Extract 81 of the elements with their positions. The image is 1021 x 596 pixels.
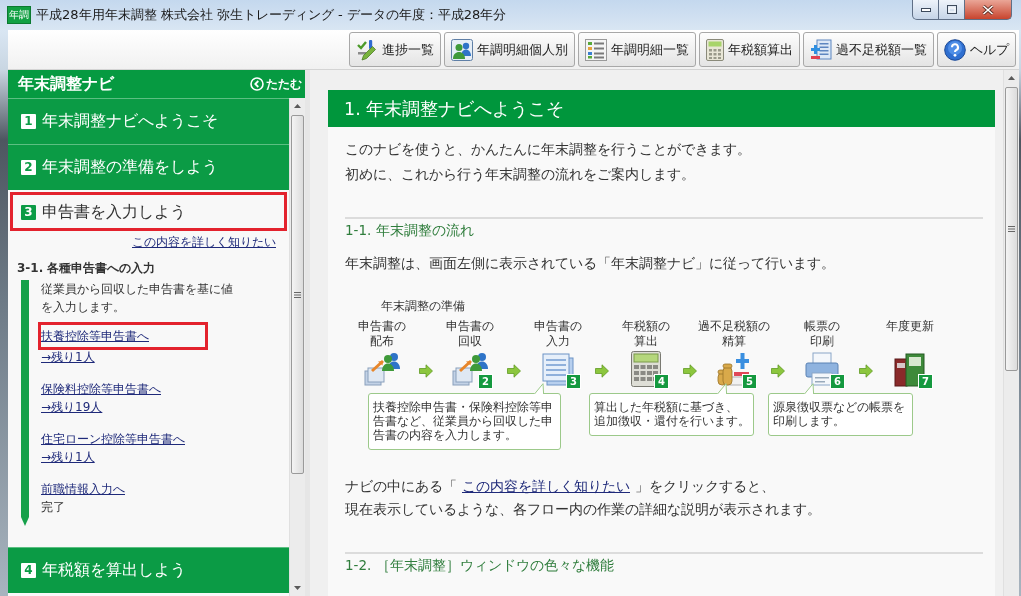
check-pencil-icon bbox=[356, 38, 378, 61]
toolbar-button[interactable]: 過不足税額一覧 bbox=[803, 32, 934, 67]
caret-up-icon bbox=[294, 104, 301, 108]
arrow-right-icon bbox=[683, 364, 697, 378]
step-number: 2 bbox=[478, 374, 493, 389]
description-text: 従業員から回収した申告書を基に値 を入力します。 bbox=[41, 281, 234, 316]
scroll-thumb[interactable] bbox=[291, 115, 304, 474]
document-icon bbox=[540, 351, 576, 387]
minimize-icon bbox=[920, 7, 931, 12]
chevron-left-icon bbox=[250, 77, 264, 91]
step-label: 申告書の 回収 bbox=[446, 319, 494, 349]
maximize-button[interactable] bbox=[939, 0, 965, 20]
step-number: 3 bbox=[21, 204, 36, 220]
caret-up-icon bbox=[1008, 76, 1015, 80]
app-logo: 年調 bbox=[7, 6, 31, 24]
note-text: ナビの中にある「 この内容を詳しく知りたい 」をクリックすると、 現在表示しているような、各フロー内の作業の詳細な説明が表示されます。 bbox=[345, 477, 822, 519]
toolbar-button[interactable]: ヘルプ bbox=[937, 32, 1016, 67]
arrow-right-icon bbox=[595, 364, 609, 378]
list-icon bbox=[585, 38, 607, 61]
close-button[interactable] bbox=[965, 0, 1012, 20]
step-number: 6 bbox=[830, 374, 845, 389]
documents-people-icon bbox=[364, 351, 400, 387]
arrow-right-icon bbox=[419, 364, 433, 378]
toolbar-button[interactable]: 進捗一覧 bbox=[349, 32, 441, 67]
step-number: 2 bbox=[21, 160, 36, 175]
navi-step[interactable]: 1 年末調整ナビへようこそ bbox=[8, 98, 289, 144]
printer-icon bbox=[804, 351, 840, 387]
status-text: 完了 bbox=[41, 499, 65, 516]
task-link[interactable]: 保険料控除等申告書へ bbox=[41, 380, 161, 398]
people-icon bbox=[451, 38, 473, 61]
task-link[interactable]: 扶養控除等申告書へ bbox=[38, 322, 208, 350]
step-number: 3 bbox=[566, 374, 581, 389]
step-number: 7 bbox=[918, 374, 933, 389]
caret-down-icon bbox=[294, 586, 301, 590]
maximize-icon bbox=[946, 5, 957, 14]
page-header: 1. 年末調整ナビへようこそ bbox=[328, 90, 995, 127]
scroll-thumb[interactable] bbox=[1005, 87, 1018, 371]
navi-step[interactable]: 2 年末調整の準備をしよう bbox=[8, 144, 289, 190]
navi-title: 年末調整ナビ bbox=[18, 73, 114, 95]
intro-text: このナビを使うと、かんたんに年末調整を行うことができます。 bbox=[345, 140, 752, 159]
arrow-right-icon bbox=[507, 364, 521, 378]
help-icon bbox=[944, 38, 966, 61]
section-title: 3-1. 各種申告書への入力 bbox=[16, 260, 157, 276]
binders-icon bbox=[892, 351, 928, 387]
step-number: 1 bbox=[21, 114, 36, 129]
document-plus-minus-icon bbox=[810, 38, 832, 61]
toolbar-button[interactable]: 年調明細個人別 bbox=[444, 32, 575, 67]
section-text: 年末調整は、画面左側に表示されている「年末調整ナビ」に従って行います。 bbox=[345, 254, 836, 273]
window-title: 平成28年用年末調整 株式会社 弥生トレーディング - データの年度：平成28年分 bbox=[36, 6, 507, 24]
remaining-count-link[interactable]: →残り1人 bbox=[41, 448, 95, 466]
navi-step[interactable]: 3 申告書を入力しよう bbox=[8, 190, 289, 233]
minimize-button[interactable] bbox=[912, 0, 939, 20]
step-number: 5 bbox=[742, 374, 757, 389]
detail-link[interactable]: この内容を詳しく知りたい bbox=[462, 478, 630, 494]
step-label: 年度更新 bbox=[886, 319, 934, 335]
step-label: 申告書の 配布 bbox=[358, 319, 406, 349]
step-label: 年税額の 算出 bbox=[622, 319, 670, 349]
detail-link[interactable]: この内容を詳しく知りたい bbox=[132, 234, 276, 250]
step-label: 過不足税額の 精算 bbox=[698, 319, 770, 349]
navi-step[interactable]: 4 年税額を算出しよう bbox=[8, 547, 289, 593]
arrow-right-icon bbox=[859, 364, 873, 378]
step-number: 4 bbox=[21, 563, 36, 578]
close-icon bbox=[982, 4, 994, 15]
calculator-icon bbox=[706, 38, 724, 61]
toolbar-button[interactable]: 年税額算出 bbox=[699, 32, 800, 67]
task-link[interactable]: 前職情報入力へ bbox=[41, 480, 125, 498]
remaining-count-link[interactable]: →残り19人 bbox=[41, 398, 103, 416]
arrow-right-icon bbox=[771, 364, 785, 378]
task-link[interactable]: 住宅ローン控除等申告書へ bbox=[41, 430, 185, 448]
remaining-count-link[interactable]: →残り1人 bbox=[41, 348, 95, 366]
group-label: 年末調整の準備 bbox=[381, 299, 466, 313]
step-label: 申告書の 入力 bbox=[534, 319, 582, 349]
step-label: 帳票の 印刷 bbox=[804, 319, 840, 349]
collapse-button[interactable]: たたむ bbox=[250, 75, 302, 93]
section-heading: 1-2. ［年末調整］ウィンドウの色々な機能 bbox=[345, 556, 615, 575]
grip-icon bbox=[1008, 226, 1015, 232]
intro-text: 初めに、これから行う年末調整の流れをご案内します。 bbox=[345, 165, 696, 184]
grip-icon bbox=[294, 291, 301, 298]
section-heading: 1-1. 年末調整の流れ bbox=[345, 221, 475, 240]
step-number: 4 bbox=[654, 374, 669, 389]
toolbar-button[interactable]: 年調明細一覧 bbox=[578, 32, 696, 67]
